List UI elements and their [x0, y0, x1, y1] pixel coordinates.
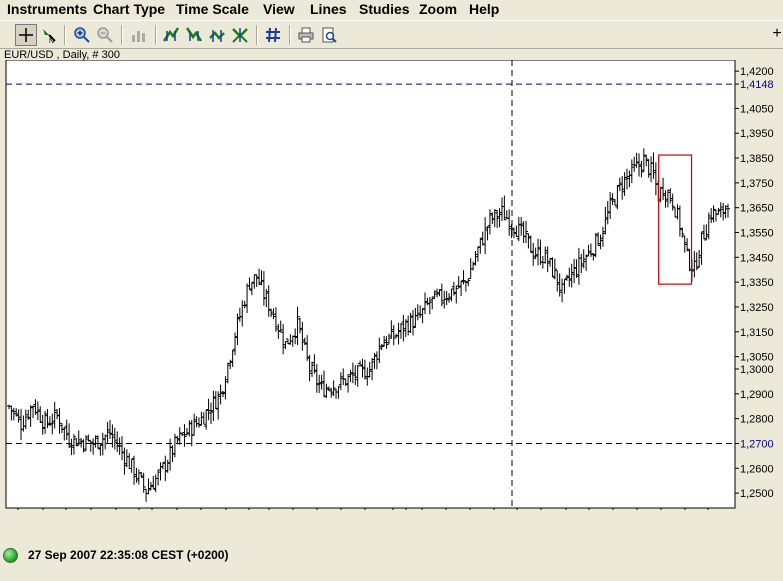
- menu-chart-type[interactable]: Chart Type: [93, 1, 165, 17]
- crosshair-icon[interactable]: [15, 24, 37, 46]
- chart-type-icon[interactable]: [128, 24, 150, 46]
- y-tick-label: 1,2800: [740, 414, 774, 426]
- menu-help[interactable]: Help: [469, 1, 499, 17]
- y-tick-label: 1,4200: [740, 66, 774, 78]
- y-tick-label: 1,3850: [740, 153, 774, 165]
- trend-down-icon[interactable]: [183, 24, 205, 46]
- chart-svg[interactable]: 1,42001,4148 1,4050 1,3950 1,3850 1,3750 1,36…: [4, 59, 783, 540]
- menu-time-scale[interactable]: Time Scale: [176, 1, 249, 17]
- menu-lines[interactable]: Lines: [310, 1, 347, 17]
- grid-icon[interactable]: [262, 24, 284, 46]
- draw-tool-icon[interactable]: N: [38, 24, 60, 46]
- y-tick-label: 1,3050: [740, 352, 774, 364]
- trend-flat-icon[interactable]: [206, 24, 228, 46]
- y-tick-label: 1,3350: [740, 277, 774, 289]
- y-tick-label: 1,3950: [740, 128, 774, 140]
- y-tick-label: 1,3150: [740, 327, 774, 339]
- menu-studies[interactable]: Studies: [359, 1, 410, 17]
- svg-text:N: N: [49, 38, 54, 44]
- y-tick-label: 1,3250: [740, 302, 774, 314]
- menu-view[interactable]: View: [263, 1, 295, 17]
- menu-bar: Instruments Chart Type Time Scale View L…: [0, 0, 783, 20]
- print-icon[interactable]: [295, 24, 317, 46]
- connection-status-icon: [3, 548, 18, 563]
- status-bar: 27 Sep 2007 22:35:08 CEST (+0200): [0, 538, 783, 581]
- trend-up-icon[interactable]: [160, 24, 182, 46]
- y-tick-label: 1,2900: [740, 389, 774, 401]
- y-tick-label: 1,3450: [740, 252, 774, 264]
- status-datetime: 27 Sep 2007 22:35:08 CEST (+0200): [28, 548, 229, 562]
- y-tick-label: 1,3550: [740, 227, 774, 239]
- toolbar-scroll-button[interactable]: +: [771, 23, 783, 45]
- y-tick-label: 1,2500: [740, 488, 774, 500]
- y-tick-label: 1,3650: [740, 203, 774, 215]
- y-tick-label: 1,4050: [740, 103, 774, 115]
- price-chart[interactable]: 1,4200 1,4148 1,4050 1,3950 1,3850 1,3750 1,36…: [4, 59, 783, 540]
- menu-instruments[interactable]: Instruments: [7, 1, 87, 17]
- toolbar: N +: [0, 20, 783, 49]
- y-tick-label: 1,3000: [740, 364, 774, 376]
- y-tick-label: 1,3750: [740, 178, 774, 190]
- print-preview-icon[interactable]: [318, 24, 340, 46]
- plot-area: [5, 59, 736, 509]
- y-tick-label: 1,2700: [740, 438, 774, 450]
- zoom-in-icon[interactable]: [71, 24, 93, 46]
- zoom-out-icon[interactable]: [94, 24, 116, 46]
- y-tick-label: 1,2600: [740, 463, 774, 475]
- trend-reversal-icon[interactable]: [229, 24, 251, 46]
- y-tick-label: 1,4148: [740, 79, 774, 91]
- menu-zoom[interactable]: Zoom: [419, 1, 457, 17]
